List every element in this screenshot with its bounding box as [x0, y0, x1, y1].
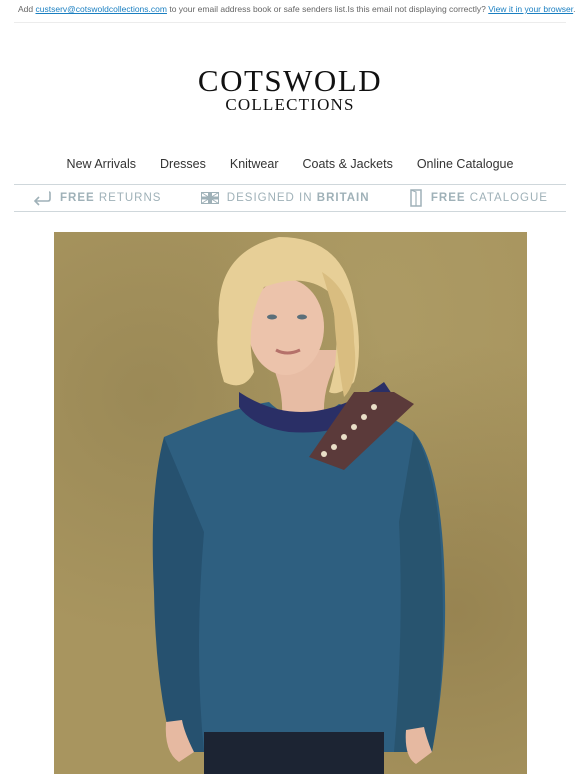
add-prefix: Add [18, 4, 34, 14]
usp-catalogue-bold: FREE [430, 192, 466, 204]
hero-image[interactable] [54, 232, 527, 774]
usp-returns-rest: RETURNS [98, 192, 162, 204]
preheader-left: Add custserv@cotswoldcollections.com to … [18, 4, 347, 18]
brand-logo[interactable]: COTSWOLD COLLECTIONS [0, 63, 580, 114]
display-question: Is this email not displaying correctly? [347, 4, 486, 14]
preheader-right: Is this email not displaying correctly? … [347, 4, 575, 18]
preheader-divider [14, 22, 566, 23]
usp-britain-light: DESIGNED IN [226, 192, 313, 204]
usp-free-catalogue[interactable]: FREE CATALOGUE [409, 189, 548, 207]
return-arrow-icon [33, 191, 51, 206]
customer-service-email-link[interactable]: custserv@cotswoldcollections.com [36, 4, 167, 14]
nav-new-arrivals[interactable]: New Arrivals [55, 157, 148, 171]
usp-free-returns[interactable]: FREE RETURNS [32, 190, 161, 206]
usp-catalogue-rest: CATALOGUE [469, 192, 548, 204]
logo-line-2: COLLECTIONS [225, 95, 355, 114]
usp-britain-bold: BRITAIN [316, 192, 370, 204]
preheader-period: . [573, 4, 576, 14]
nav-dresses[interactable]: Dresses [148, 157, 218, 171]
nav-knitwear[interactable]: Knitwear [218, 157, 291, 171]
nav-coats-jackets[interactable]: Coats & Jackets [291, 157, 405, 171]
usp-returns-bold: FREE [60, 192, 95, 204]
union-flag-icon [200, 192, 219, 204]
nav-online-catalogue[interactable]: Online Catalogue [405, 157, 526, 171]
usp-designed-in-britain[interactable]: DESIGNED IN BRITAIN [200, 192, 370, 204]
preheader: Add custserv@cotswoldcollections.com to … [18, 4, 576, 18]
main-nav: New Arrivals Dresses Knitwear Coats & Ja… [0, 157, 580, 171]
logo-line-1: COTSWOLD [197, 63, 383, 98]
catalogue-book-icon [410, 189, 422, 207]
usp-bar: FREE RETURNS DESIGNED IN BRITAIN FREE CA… [14, 184, 566, 212]
model-illustration [152, 237, 446, 774]
add-suffix: to your email address book or safe sende… [169, 4, 348, 14]
view-in-browser-link[interactable]: View it in your browser [488, 4, 573, 14]
